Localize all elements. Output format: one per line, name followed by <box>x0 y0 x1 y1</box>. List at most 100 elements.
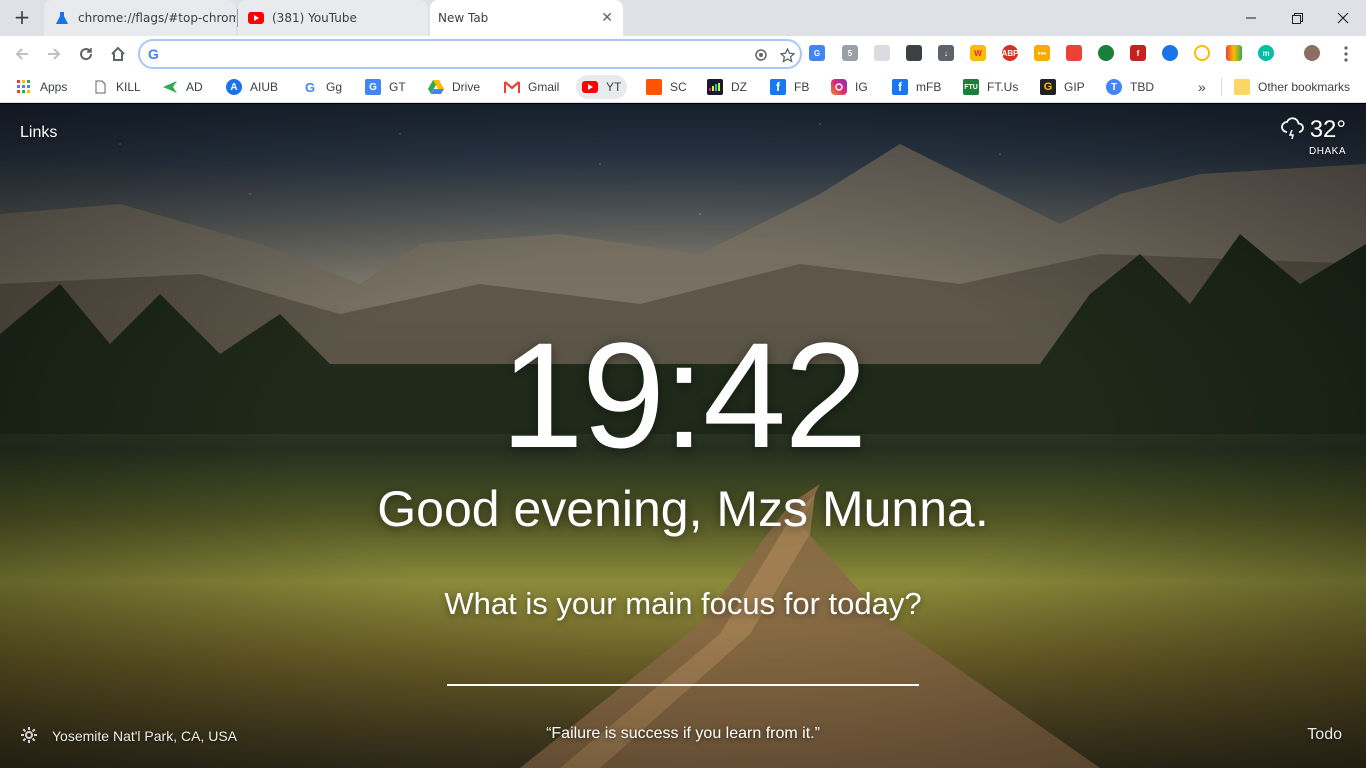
bookmark-mfb[interactable]: f mFB <box>886 75 947 99</box>
bookmark-ig[interactable]: IG <box>825 75 874 99</box>
coin-ext-icon[interactable] <box>1194 45 1210 61</box>
tab-title: New Tab <box>438 11 489 25</box>
facebook-icon: f <box>770 79 786 95</box>
avatar[interactable] <box>1304 45 1320 61</box>
google-translate-ext-icon[interactable]: G <box>809 45 825 61</box>
download-ext-icon[interactable]: ↓ <box>938 45 954 61</box>
search-ext-icon[interactable] <box>1162 45 1178 61</box>
clock[interactable]: 19:42 <box>0 320 1366 470</box>
reload-button[interactable] <box>72 40 100 68</box>
other-bookmarks[interactable]: Other bookmarks <box>1228 75 1356 99</box>
tab-title: (381) YouTube <box>272 11 357 25</box>
bookmark-label: Other bookmarks <box>1258 80 1351 94</box>
ad-arrow-icon <box>162 79 178 95</box>
bookmark-ad[interactable]: AD <box>156 75 209 99</box>
bookmark-dz[interactable]: DZ <box>701 75 753 99</box>
weather-location: DHAKA <box>1309 146 1346 157</box>
bookmark-star-icon[interactable] <box>778 46 796 64</box>
location-icon[interactable] <box>752 46 770 64</box>
bookmark-label: GT <box>389 80 406 94</box>
flask-icon <box>54 10 70 26</box>
daily-quote[interactable]: “Failure is success if you learn from it… <box>0 725 1366 743</box>
toolbar: G G 5 ↓ W ABP ••• f m <box>0 36 1366 71</box>
close-tab-icon[interactable]: ✕ <box>601 10 613 26</box>
incognito-ext-icon[interactable] <box>906 45 922 61</box>
bookmark-gip[interactable]: G GIP <box>1034 75 1091 99</box>
tab-strip: + chrome://flags/#top-chrome (381) YouTu… <box>0 0 1366 36</box>
bookmark-gg[interactable]: G Gg <box>296 75 348 99</box>
google-icon: G <box>148 46 159 62</box>
minimize-button[interactable] <box>1228 0 1274 36</box>
home-button[interactable] <box>104 40 132 68</box>
greeting: Good evening, Mzs Munna. <box>377 481 989 537</box>
page-icon <box>92 79 108 95</box>
menu-kebab-icon[interactable] <box>1332 40 1360 68</box>
flash-ext-icon[interactable]: f <box>1130 45 1146 61</box>
w-ext-icon[interactable]: W <box>970 45 986 61</box>
adblock-plus-ext-icon[interactable]: ABP <box>1002 45 1018 61</box>
bookmark-label: Drive <box>452 80 481 94</box>
focus-question: What is your main focus for today? <box>444 586 922 621</box>
close-window-button[interactable] <box>1320 0 1366 36</box>
bookmark-label: AD <box>186 80 203 94</box>
gip-icon: G <box>1040 79 1056 95</box>
momentum-ext-icon[interactable]: m <box>1258 45 1274 61</box>
weather-temperature: 32° <box>1309 116 1346 143</box>
focus-input[interactable] <box>447 650 919 686</box>
bookmark-gmail[interactable]: Gmail <box>498 75 565 99</box>
bookmark-tbd[interactable]: T TBD <box>1100 75 1160 99</box>
dots-ext-icon[interactable]: ••• <box>1034 45 1050 61</box>
google-drive-icon <box>428 79 444 95</box>
apps-grid-icon <box>16 79 32 95</box>
new-tab-button[interactable]: + <box>8 5 36 31</box>
bookmark-label: KILL <box>116 80 141 94</box>
gmail-icon <box>504 79 520 95</box>
address-bar[interactable]: G <box>138 39 802 69</box>
aiub-icon: A <box>226 79 242 95</box>
bookmarks-separator <box>1221 78 1222 96</box>
back-button[interactable] <box>8 40 36 68</box>
tbd-icon: T <box>1106 79 1122 95</box>
google-icon: G <box>304 79 316 95</box>
bookmark-label: YT <box>606 80 622 94</box>
bookmark-label: Gg <box>326 80 343 94</box>
restore-button[interactable] <box>1274 0 1320 36</box>
weather-widget[interactable]: 32° DHAKA <box>1280 116 1346 157</box>
youtube-icon <box>248 10 264 26</box>
bookmarks-bar: Apps KILL AD A AIUB G Gg G GT Drive Gmai… <box>0 71 1366 103</box>
globe-ext-icon[interactable] <box>1098 45 1114 61</box>
bookmark-gt[interactable]: G GT <box>359 75 412 99</box>
bookmark-sc[interactable]: SC <box>640 75 693 99</box>
folder-icon <box>1234 79 1250 95</box>
bookmark-ftus[interactable]: FTU FT.Us <box>957 75 1024 99</box>
sync-ext-icon[interactable] <box>874 45 890 61</box>
bookmark-apps[interactable]: Apps <box>10 75 73 99</box>
cloud-lightning-icon <box>1280 116 1306 144</box>
bookmark-aiub[interactable]: A AIUB <box>220 75 284 99</box>
bookmark-label: mFB <box>916 80 942 94</box>
bookmark-yt[interactable]: YT <box>576 75 628 99</box>
tab-new-tab[interactable]: New Tab ✕ <box>430 0 623 36</box>
forward-button[interactable] <box>40 40 68 68</box>
new-tab-dashboard: Links 32° DHAKA 19:42 Good evening, Mzs … <box>0 104 1366 768</box>
bookmark-label: GIP <box>1064 80 1085 94</box>
youtube-icon <box>582 79 598 95</box>
palette-ext-icon[interactable] <box>1226 45 1242 61</box>
photo-ext-icon[interactable] <box>1066 45 1082 61</box>
bookmarks-overflow-button[interactable]: » <box>1192 75 1212 99</box>
soundcloud-icon <box>646 79 662 95</box>
tab-youtube[interactable]: (381) YouTube <box>238 0 428 36</box>
address-input[interactable] <box>170 44 750 64</box>
tab-chrome-flags[interactable]: chrome://flags/#top-chrome <box>44 0 236 36</box>
bookmark-label: Apps <box>40 80 68 94</box>
bookmark-fb[interactable]: f FB <box>764 75 815 99</box>
bookmark-label: SC <box>670 80 687 94</box>
bookmark-kill[interactable]: KILL <box>86 75 147 99</box>
bookmark-label: FB <box>794 80 810 94</box>
bookmark-label: TBD <box>1130 80 1154 94</box>
tab-counter-ext-icon[interactable]: 5 <box>842 45 858 61</box>
facebook-icon: f <box>892 79 908 95</box>
bookmark-drive[interactable]: Drive <box>422 75 486 99</box>
todo-button[interactable]: Todo <box>1307 726 1342 744</box>
links-button[interactable]: Links <box>20 124 57 142</box>
